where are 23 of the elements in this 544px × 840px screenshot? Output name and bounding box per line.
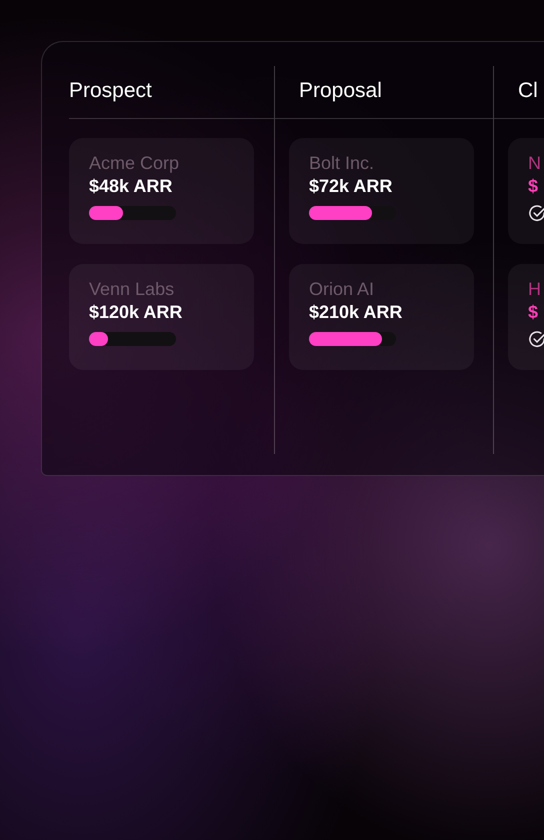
deal-card[interactable]: Venn Labs $120k ARR <box>69 264 254 370</box>
deal-value: $72k ARR <box>309 175 392 198</box>
deal-card[interactable]: H $ <box>508 264 544 370</box>
company-name: Bolt Inc. <box>309 152 374 174</box>
company-name: H <box>528 278 541 300</box>
deal-value: $210k ARR <box>309 301 402 324</box>
column-title: Prospect <box>69 78 152 104</box>
deal-value: $ <box>528 175 538 198</box>
company-name: Acme Corp <box>89 152 180 174</box>
deal-value: $ <box>528 301 538 324</box>
column-title: Cl <box>518 78 538 104</box>
company-name: Venn Labs <box>89 278 174 300</box>
deal-card[interactable]: Bolt Inc. $72k ARR <box>289 138 474 244</box>
deal-value: $48k ARR <box>89 175 172 198</box>
check-circle-icon <box>528 330 544 349</box>
deal-card[interactable]: Orion AI $210k ARR <box>289 264 474 370</box>
column-title: Proposal <box>299 78 382 104</box>
deal-card[interactable]: Acme Corp $48k ARR <box>69 138 254 244</box>
company-name: N <box>528 152 541 174</box>
check-circle-icon <box>528 204 544 223</box>
company-name: Orion AI <box>309 278 374 300</box>
deal-value: $120k ARR <box>89 301 182 324</box>
deal-card[interactable]: N $ <box>508 138 544 244</box>
